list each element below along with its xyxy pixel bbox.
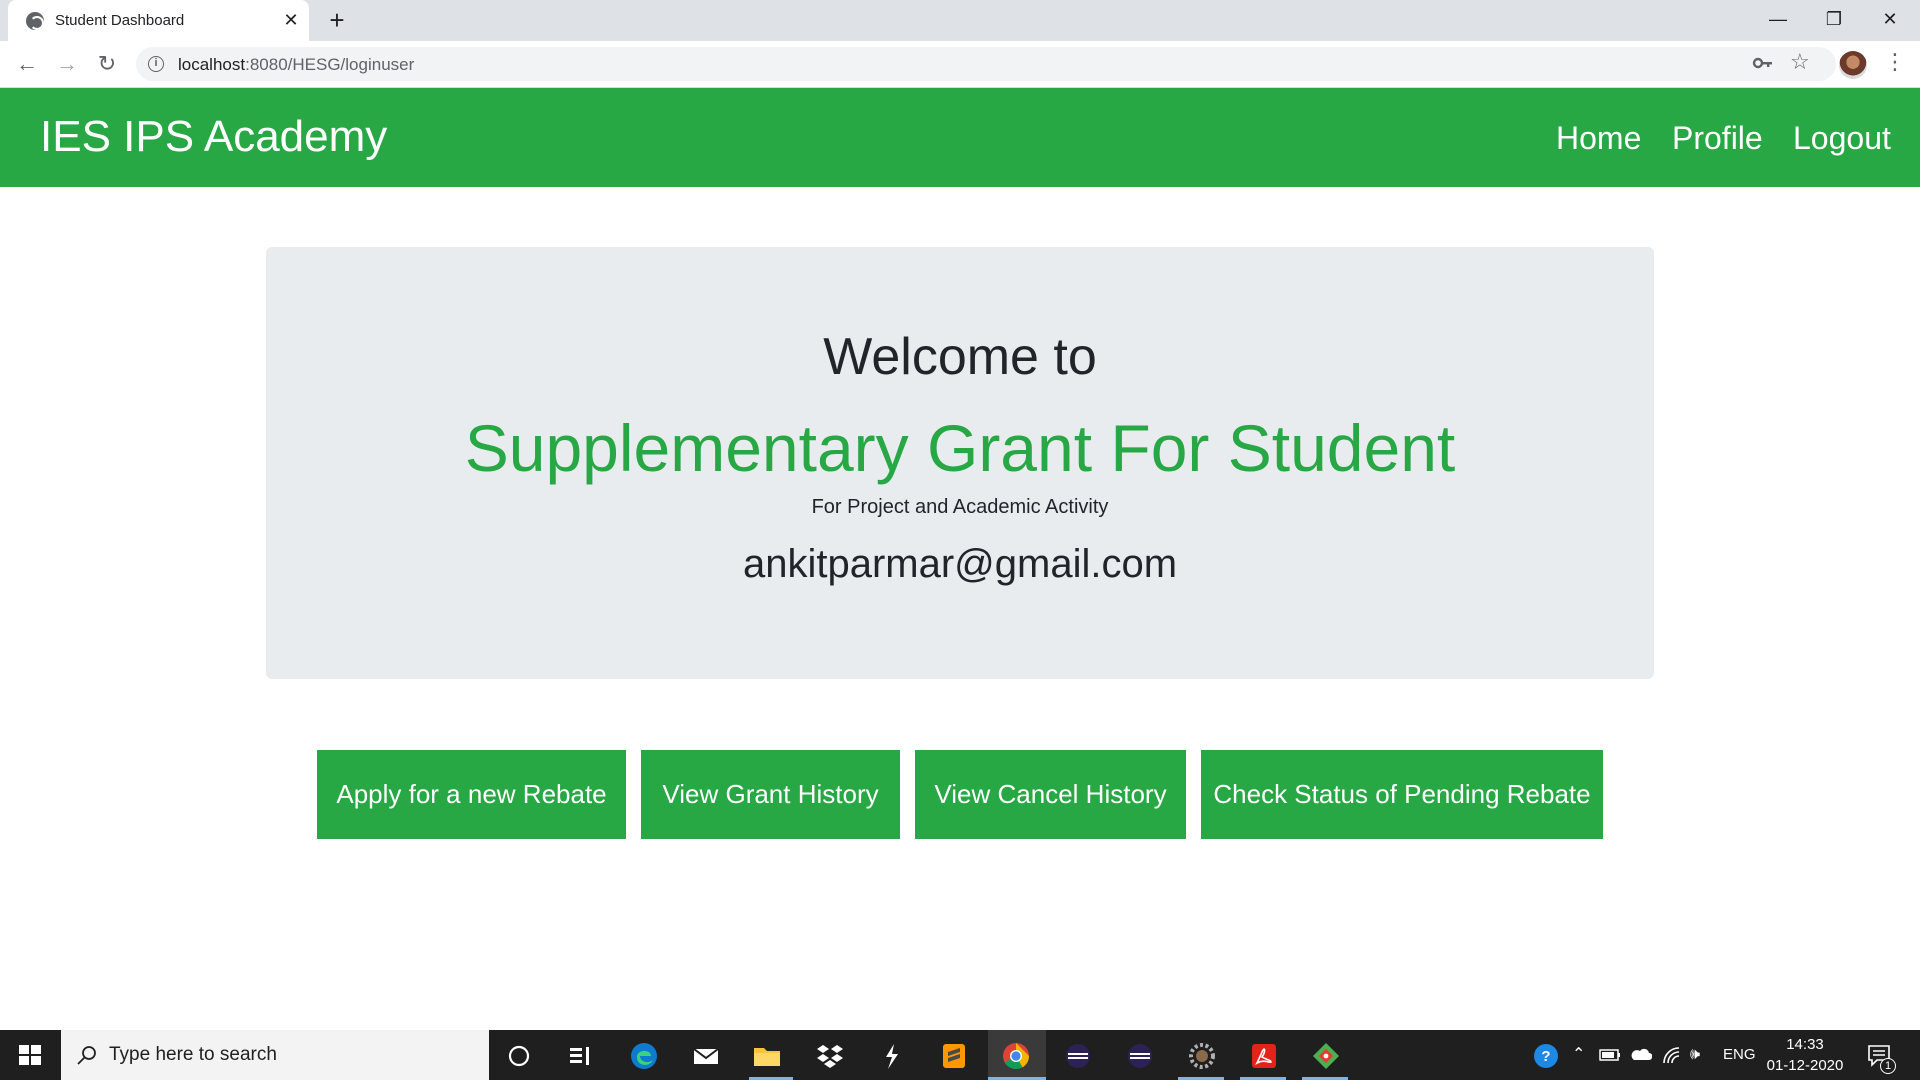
back-arrow-icon[interactable]: ← — [12, 49, 42, 79]
svg-text:?: ? — [1541, 1048, 1550, 1065]
check-pending-status-button[interactable]: Check Status of Pending Rebate — [1201, 750, 1603, 839]
view-grant-history-button[interactable]: View Grant History — [641, 750, 900, 839]
chevron-up-icon[interactable]: ⌃ — [1572, 1030, 1585, 1080]
onedrive-icon[interactable] — [1630, 1047, 1652, 1061]
language-indicator[interactable]: ENG — [1723, 1030, 1756, 1080]
apply-rebate-button[interactable]: Apply for a new Rebate — [317, 750, 626, 839]
file-explorer-icon[interactable] — [751, 1040, 783, 1072]
mail-icon[interactable] — [690, 1040, 722, 1072]
edge-browser-icon[interactable] — [628, 1040, 660, 1072]
nav-link-profile[interactable]: Profile — [1672, 120, 1763, 157]
info-icon[interactable]: i — [148, 56, 164, 72]
url-path: :8080/HESG/loginuser — [245, 55, 415, 74]
welcome-heading: Welcome to — [823, 328, 1097, 386]
profile-avatar[interactable] — [1839, 51, 1867, 79]
globe-icon — [26, 12, 44, 30]
help-icon[interactable]: ? — [1532, 1042, 1560, 1070]
user-email: ankitparmar@gmail.com — [742, 542, 1178, 586]
windows-taskbar: Type here to search ? ⌃ 🕪 ENG 14:33 01-1… — [0, 1030, 1920, 1080]
task-view-icon[interactable] — [564, 1040, 596, 1072]
close-window-icon[interactable]: ✕ — [1867, 4, 1913, 34]
browser-tab-strip: Student Dashboard ✕ + — ❐ ✕ — [0, 0, 1920, 41]
battery-icon[interactable] — [1599, 1047, 1621, 1063]
grant-subtitle: For Project and Academic Activity — [811, 496, 1109, 518]
reload-icon[interactable]: ↻ — [92, 49, 122, 79]
git-tool-icon[interactable] — [1310, 1040, 1342, 1072]
nav-link-logout[interactable]: Logout — [1793, 120, 1891, 157]
browser-menu-icon[interactable]: ⋮ — [1884, 50, 1906, 74]
notification-count-badge: 1 — [1880, 1058, 1896, 1074]
new-tab-button[interactable]: + — [324, 7, 350, 34]
windows-start-icon[interactable] — [0, 1030, 60, 1080]
dropbox-icon[interactable] — [814, 1040, 846, 1072]
nav-link-home[interactable]: Home — [1556, 120, 1641, 157]
minimize-icon[interactable]: — — [1755, 4, 1801, 34]
url-host: localhost — [178, 55, 246, 74]
chrome-icon[interactable] — [1000, 1040, 1032, 1072]
close-tab-icon[interactable]: ✕ — [280, 9, 302, 31]
bolt-app-icon[interactable] — [876, 1040, 908, 1072]
cortana-icon[interactable] — [503, 1040, 535, 1072]
brand-logo[interactable]: IES IPS Academy — [40, 112, 387, 162]
search-icon — [77, 1046, 96, 1065]
search-placeholder: Type here to search — [109, 1044, 277, 1065]
eclipse-icon-2[interactable] — [1124, 1040, 1156, 1072]
bookmark-star-icon[interactable]: ☆ — [1790, 49, 1810, 75]
wifi-icon[interactable] — [1661, 1045, 1683, 1065]
clock-time: 14:33 — [1786, 1036, 1824, 1053]
settings-gear-icon[interactable] — [1186, 1040, 1218, 1072]
sublime-text-icon[interactable] — [938, 1040, 970, 1072]
url-text[interactable]: localhost:8080/HESG/loginuser — [178, 55, 414, 75]
volume-icon[interactable]: 🕪 — [1690, 1030, 1700, 1080]
browser-toolbar: ← → ↻ i localhost:8080/HESG/loginuser — [0, 41, 1920, 88]
address-bar[interactable]: i localhost:8080/HESG/loginuser — [136, 47, 1836, 81]
eclipse-icon[interactable] — [1062, 1040, 1094, 1072]
clock-date: 01-12-2020 — [1766, 1057, 1844, 1074]
tab-title: Student Dashboard — [55, 12, 185, 29]
browser-tab[interactable]: Student Dashboard ✕ — [8, 0, 309, 41]
welcome-jumbotron: Welcome to Supplementary Grant For Stude… — [266, 247, 1654, 679]
acrobat-reader-icon[interactable] — [1248, 1040, 1280, 1072]
site-navbar: IES IPS Academy Home Profile Logout — [0, 88, 1920, 187]
restore-icon[interactable]: ❐ — [1811, 4, 1857, 34]
taskbar-search-box[interactable]: Type here to search — [61, 1030, 489, 1080]
system-clock[interactable]: 14:33 01-12-2020 — [1765, 1034, 1845, 1076]
key-icon[interactable] — [1752, 52, 1774, 74]
view-cancel-history-button[interactable]: View Cancel History — [915, 750, 1186, 839]
forward-arrow-icon[interactable]: → — [52, 49, 82, 79]
grant-title: Supplementary Grant For Student — [464, 411, 1456, 485]
